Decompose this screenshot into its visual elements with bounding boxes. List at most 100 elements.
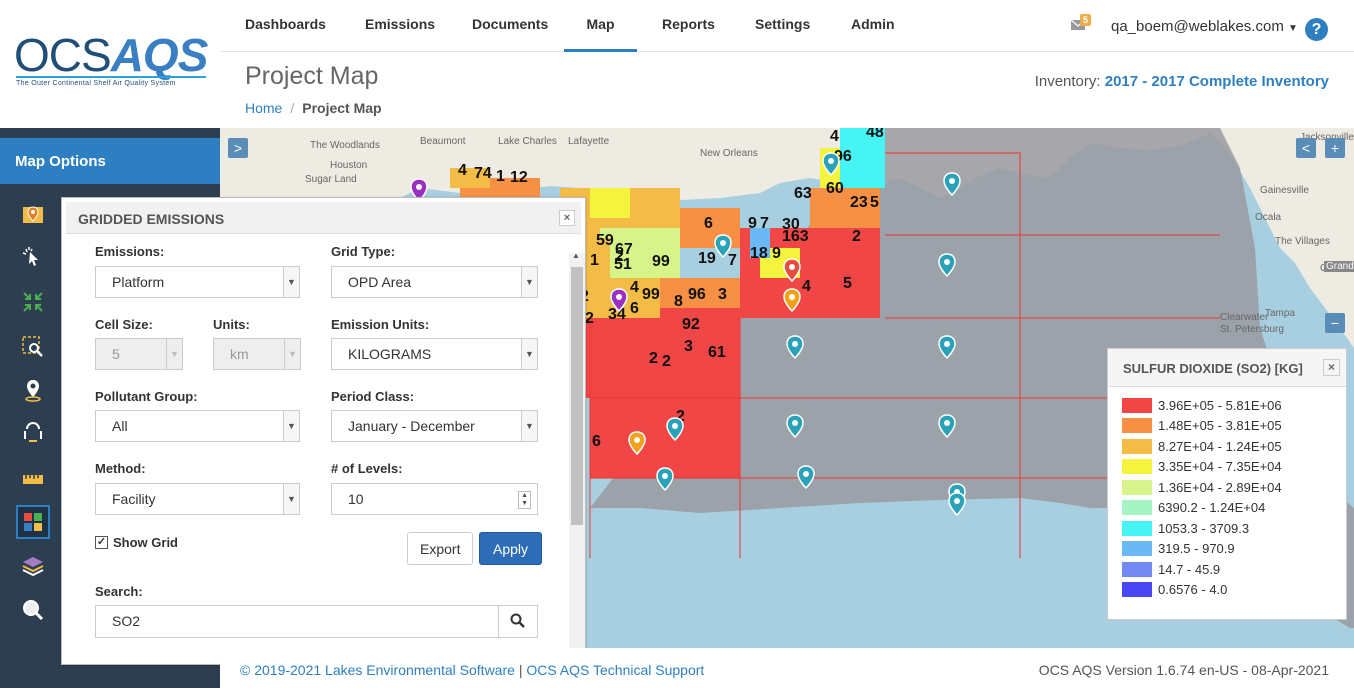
map-pin-icon[interactable] (822, 152, 840, 177)
apply-button[interactable]: Apply (479, 532, 543, 565)
scrollbar-thumb[interactable] (571, 267, 583, 525)
nav-dashboards[interactable]: Dashboards (245, 0, 326, 52)
period-class-select[interactable]: January - December ▼ (331, 410, 538, 442)
legend-swatch (1122, 581, 1152, 597)
nav-emissions[interactable]: Emissions (365, 0, 435, 52)
nav-documents[interactable]: Documents (472, 0, 548, 52)
legend-swatch (1122, 561, 1152, 577)
map-pin-icon[interactable] (666, 417, 684, 442)
map-label: Lake Charles (498, 136, 557, 147)
pollutant-group-select[interactable]: All ▼ (95, 410, 300, 442)
breadcrumb-home[interactable]: Home (245, 100, 282, 116)
map-pin-icon[interactable] (656, 467, 674, 492)
cell-label: 9 (772, 245, 781, 262)
map-pin-icon[interactable] (948, 492, 966, 517)
map-pin-icon[interactable] (783, 288, 801, 313)
map-pin-icon[interactable] (938, 335, 956, 360)
stepper-arrows-icon[interactable]: ▲ ▼ (518, 491, 531, 509)
levels-stepper[interactable]: 10 ▲ ▼ (331, 483, 538, 515)
units-select[interactable]: km ▼ (213, 338, 301, 370)
legend-title: SULFUR DIOXIDE (SO2) [KG] × (1108, 349, 1346, 387)
copyright-link[interactable]: © 2019-2021 Lakes Environmental Software (240, 662, 515, 678)
map-pin-icon[interactable] (714, 234, 732, 259)
pollutant-group-label: Pollutant Group: (95, 389, 198, 404)
inventory-link[interactable]: 2017 - 2017 Complete Inventory (1105, 73, 1329, 90)
gridded-emissions-panel: GRIDDED EMISSIONS × Emissions: Platform ▼ … (61, 197, 586, 665)
legend-label: 8.27E+04 - 1.24E+05 (1158, 438, 1282, 454)
search-input[interactable]: SO2 (95, 605, 499, 638)
legend-swatch (1122, 499, 1152, 515)
chevron-down-icon: ▼ (521, 339, 537, 369)
zoom-in-button[interactable]: + (1325, 138, 1345, 158)
logo[interactable]: OCSAQS The Outer Continental Shelf Air Q… (0, 0, 220, 128)
grid-icon[interactable] (16, 505, 50, 539)
emissions-select[interactable]: Platform ▼ (95, 266, 300, 298)
map-label: Houston (330, 160, 368, 171)
legend-swatch (1122, 438, 1152, 454)
cell-label: 59 (596, 232, 614, 249)
map-label: Gainesville (1260, 185, 1309, 196)
map-label: Clearwater (1220, 312, 1269, 323)
map-pin-icon[interactable] (610, 288, 628, 313)
select-pointer-icon[interactable] (16, 241, 50, 275)
cell-label: 3 (684, 338, 693, 355)
zoom-area-icon[interactable] (16, 330, 50, 364)
search-map-icon[interactable] (16, 593, 50, 627)
cell-label: 4 (802, 278, 811, 295)
cell-size-select[interactable]: 5 ▼ (95, 338, 183, 370)
logo-text: OCSAQS (14, 29, 208, 81)
cell-label: 48 (866, 128, 884, 141)
support-link[interactable]: OCS AQS Technical Support (526, 662, 704, 678)
map-pin-icon[interactable] (797, 465, 815, 490)
map-pin-icon[interactable] (938, 414, 956, 439)
query-icon[interactable] (16, 416, 50, 450)
legend-label: 1.36E+04 - 2.89E+04 (1158, 479, 1282, 495)
legend-label: 1053.3 - 3709.3 (1158, 520, 1250, 536)
cell-label: 2 (662, 353, 671, 370)
nav-reports[interactable]: Reports (662, 0, 715, 52)
map-pin-icon[interactable] (786, 414, 804, 439)
map-pin-icon[interactable] (628, 431, 646, 456)
map-label: Lafayette (568, 136, 610, 147)
grid-type-select[interactable]: OPD Area ▼ (331, 266, 538, 298)
close-icon[interactable]: × (559, 210, 575, 226)
search-button[interactable] (498, 605, 538, 638)
compress-arrows-icon[interactable] (16, 285, 50, 319)
layers-icon[interactable] (16, 549, 50, 583)
panel-scrollbar[interactable]: ▲ ▼ (569, 251, 585, 659)
legend-item: 3.96E+05 - 5.81E+06 (1122, 397, 1282, 413)
nav-settings[interactable]: Settings (755, 0, 810, 52)
user-menu[interactable]: qa_boem@weblakes.com ▼ (1111, 18, 1298, 35)
ruler-icon[interactable] (16, 462, 50, 496)
chevron-down-icon: ▼ (283, 484, 299, 514)
cell-size-value: 5 (112, 346, 120, 362)
help-icon[interactable]: ? (1305, 18, 1328, 41)
cell-label: 4 (630, 279, 639, 296)
emission-units-select[interactable]: KILOGRAMS ▼ (331, 338, 538, 370)
map-pin-icon[interactable] (943, 172, 961, 197)
expand-panel-button[interactable]: > (228, 138, 248, 158)
close-icon[interactable]: × (1323, 359, 1340, 376)
method-select[interactable]: Facility ▼ (95, 483, 300, 515)
map-pin-icon[interactable] (783, 258, 801, 283)
show-grid-checkbox[interactable]: ✓ Show Grid (95, 535, 178, 550)
map-options-header[interactable]: Map Options (0, 138, 220, 184)
nav-map[interactable]: Map (564, 0, 637, 52)
map-marker-layer-icon[interactable] (16, 198, 50, 232)
legend-swatch (1122, 458, 1152, 474)
cell-label: 3 (718, 286, 727, 303)
legend-panel: SULFUR DIOXIDE (SO2) [KG] × 3.96E+05 - 5.… (1107, 348, 1347, 620)
zoom-out-button[interactable]: − (1325, 313, 1345, 333)
location-pin-icon[interactable] (16, 373, 50, 407)
pan-left-button[interactable]: < (1296, 138, 1316, 158)
logo-underline (16, 76, 206, 78)
nav-admin[interactable]: Admin (851, 0, 895, 52)
export-button[interactable]: Export (407, 532, 474, 565)
legend-item: 14.7 - 45.9 (1122, 561, 1220, 577)
legend-item: 319.5 - 970.9 (1122, 540, 1235, 556)
map-pin-icon[interactable] (786, 335, 804, 360)
map-pin-icon[interactable] (938, 253, 956, 278)
cell-label: 18 (750, 245, 768, 262)
cell-label: 61 (708, 344, 726, 361)
scroll-up-icon[interactable]: ▲ (572, 251, 580, 260)
